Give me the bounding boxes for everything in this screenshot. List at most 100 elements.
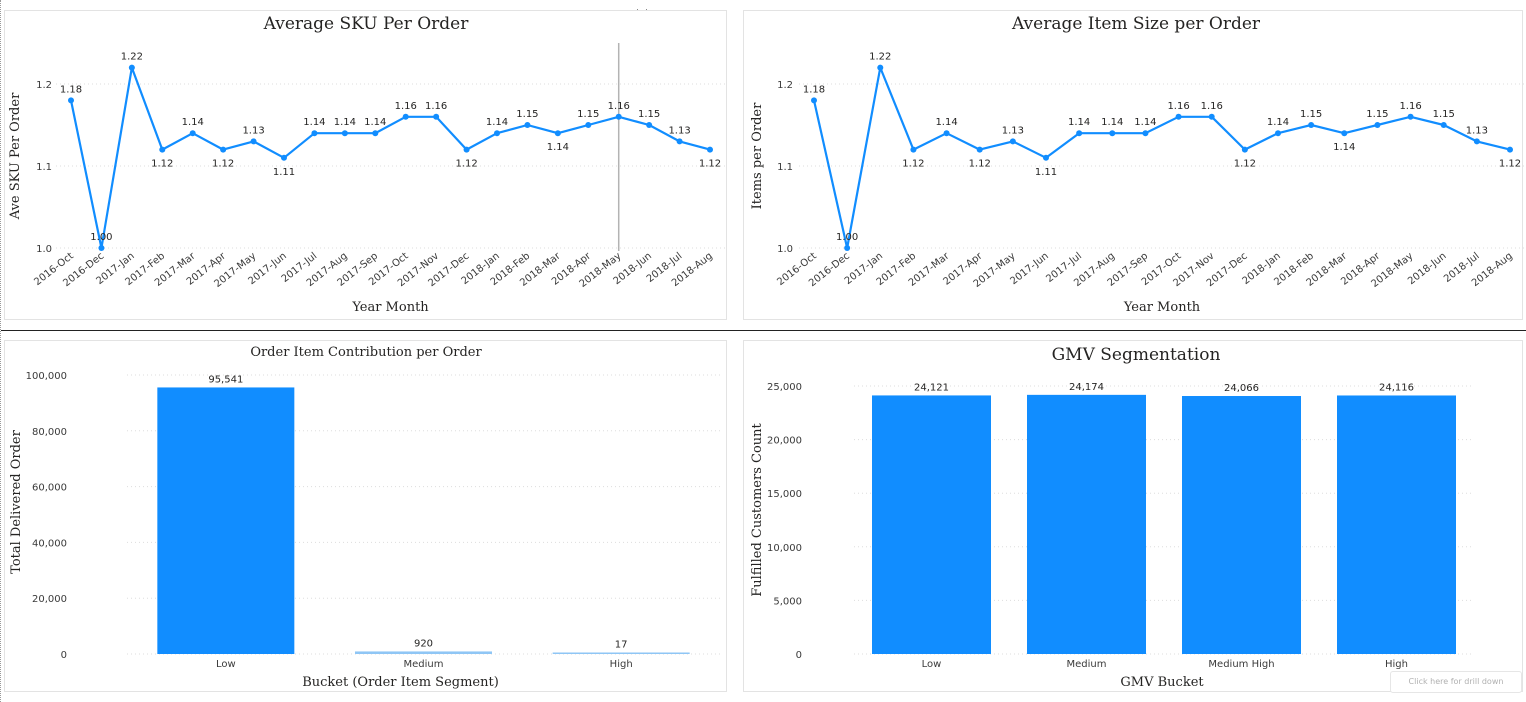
data-label: 1.14	[1134, 117, 1156, 128]
data-point	[68, 97, 74, 104]
data-label: 1.14	[334, 117, 356, 128]
data-point	[250, 138, 257, 145]
y-axis-title: Fulfilled Customers Count	[750, 422, 765, 596]
y-tick-label: 20,000	[767, 436, 802, 447]
data-label: 1.14	[1068, 117, 1090, 128]
avg-sku-chart-svg: Average SKU Per Order 1.0 1.1 1.2 Ave SKU Pe…	[8, 14, 725, 315]
data-point	[811, 97, 817, 104]
section-divider	[1, 330, 1526, 331]
data-point	[1043, 154, 1049, 161]
data-label: 1.12	[969, 159, 991, 170]
y-tick-label: 1.0	[777, 244, 793, 255]
order-item-contribution-chart[interactable]: Order Item Contribution per Order 0 20,000…	[4, 340, 727, 692]
x-axis-title: Year Month	[351, 300, 429, 315]
data-point	[311, 130, 318, 137]
data-point	[615, 113, 622, 120]
y-tick-label: 40,000	[32, 538, 67, 549]
data-label: 17	[615, 640, 628, 651]
avg-item-size-per-order-chart[interactable]: Average Item Size per Order 1.0 1.1 1.2 Item…	[743, 10, 1524, 320]
y-tick-label: 1.1	[777, 162, 793, 173]
data-point	[189, 130, 196, 137]
data-point	[463, 146, 470, 153]
data-label: 1.12	[455, 159, 477, 170]
y-tick-label: 100,000	[26, 371, 67, 382]
data-label: 1.16	[608, 101, 630, 112]
data-point	[1175, 113, 1182, 120]
data-label: 1.18	[60, 84, 82, 95]
data-label: 1.13	[1002, 125, 1024, 136]
data-point	[1341, 130, 1348, 137]
data-label: 24,066	[1224, 383, 1259, 394]
chart-title: Average Item Size per Order	[1011, 14, 1261, 34]
data-label: 1.14	[1333, 142, 1355, 153]
data-point	[1407, 113, 1414, 120]
data-label: 24,121	[914, 382, 949, 393]
data-point	[646, 122, 653, 128]
y-tick-label: 80,000	[32, 427, 67, 438]
data-point	[281, 154, 287, 161]
data-point	[159, 146, 166, 153]
y-tick-label: 1.1	[36, 162, 52, 173]
data-label: 1.22	[121, 52, 143, 63]
y-tick-label: 0	[61, 650, 67, 661]
y-tick-label: 1.0	[36, 244, 52, 255]
bar	[552, 652, 690, 654]
x-tick-label: Low	[922, 659, 942, 670]
chart-title: Order Item Contribution per Order	[250, 345, 482, 360]
y-tick-label: 1.2	[36, 80, 52, 91]
data-label: 24,116	[1379, 382, 1414, 393]
x-tick-label: Medium	[404, 659, 444, 670]
data-label: 1.12	[1499, 159, 1521, 170]
bar	[1027, 394, 1146, 654]
x-tick-label: Medium High	[1208, 659, 1274, 670]
data-label: 1.16	[1201, 101, 1223, 112]
data-point	[976, 146, 983, 153]
bar	[355, 651, 492, 654]
chart-title: GMV Segmentation	[1052, 345, 1221, 365]
bar	[872, 395, 991, 654]
data-label: 1.15	[1433, 109, 1455, 120]
y-tick-label: 60,000	[32, 483, 67, 494]
y-tick-label: 25,000	[767, 382, 802, 393]
data-label: 1.18	[803, 84, 825, 95]
data-point	[372, 130, 379, 137]
x-tick-label: High	[610, 659, 633, 670]
data-point	[676, 138, 683, 145]
drill-down-hint-button[interactable]: Click here for drill down	[1390, 671, 1522, 693]
data-label: 1.16	[1399, 101, 1421, 112]
x-tick-label: Medium	[1067, 659, 1107, 670]
data-label: 1.13	[242, 125, 264, 136]
data-label: 1.14	[935, 117, 957, 128]
data-label: 1.12	[212, 159, 234, 170]
data-point	[220, 146, 227, 153]
data-point	[585, 122, 592, 128]
x-axis-title: Year Month	[1123, 300, 1201, 315]
avg-item-size-chart-svg: Average Item Size per Order 1.0 1.1 1.2 Item…	[750, 14, 1524, 315]
data-label: 1.12	[902, 159, 924, 170]
gmv-segmentation-chart[interactable]: GMV Segmentation 0 5,000 10,000 15,000 20,000…	[743, 340, 1523, 692]
data-point	[524, 122, 531, 128]
data-point	[1208, 113, 1215, 120]
data-point	[402, 113, 409, 120]
data-point	[1241, 146, 1248, 153]
data-label: 1.16	[425, 101, 447, 112]
avg-sku-per-order-chart[interactable]: Average SKU Per Order 1.0 1.1 1.2 Ave SKU Pe…	[4, 10, 727, 320]
data-label: 1.12	[699, 159, 721, 170]
data-label: 1.14	[182, 117, 204, 128]
data-label: 1.22	[869, 52, 891, 63]
order-item-contribution-chart-svg: Order Item Contribution per Order 0 20,000…	[9, 345, 720, 690]
data-point	[707, 146, 713, 153]
visual-header-icons	[637, 0, 687, 34]
y-tick-label: 1.2	[777, 80, 793, 91]
chart-title: Average SKU Per Order	[263, 14, 470, 34]
data-label: 920	[414, 638, 433, 649]
gmv-segmentation-chart-svg: GMV Segmentation 0 5,000 10,000 15,000 20,000…	[750, 345, 1474, 690]
y-axis-title: Total Delivered Order	[9, 429, 24, 573]
data-label: 1.16	[1167, 101, 1189, 112]
data-point	[1009, 138, 1016, 145]
y-tick-label: 0	[796, 650, 802, 661]
data-label: 1.13	[1466, 125, 1488, 136]
x-axis-title: Bucket (Order Item Segment)	[302, 675, 499, 690]
y-axis-title: Ave SKU Per Order	[8, 92, 23, 220]
data-label: 1.12	[151, 159, 173, 170]
